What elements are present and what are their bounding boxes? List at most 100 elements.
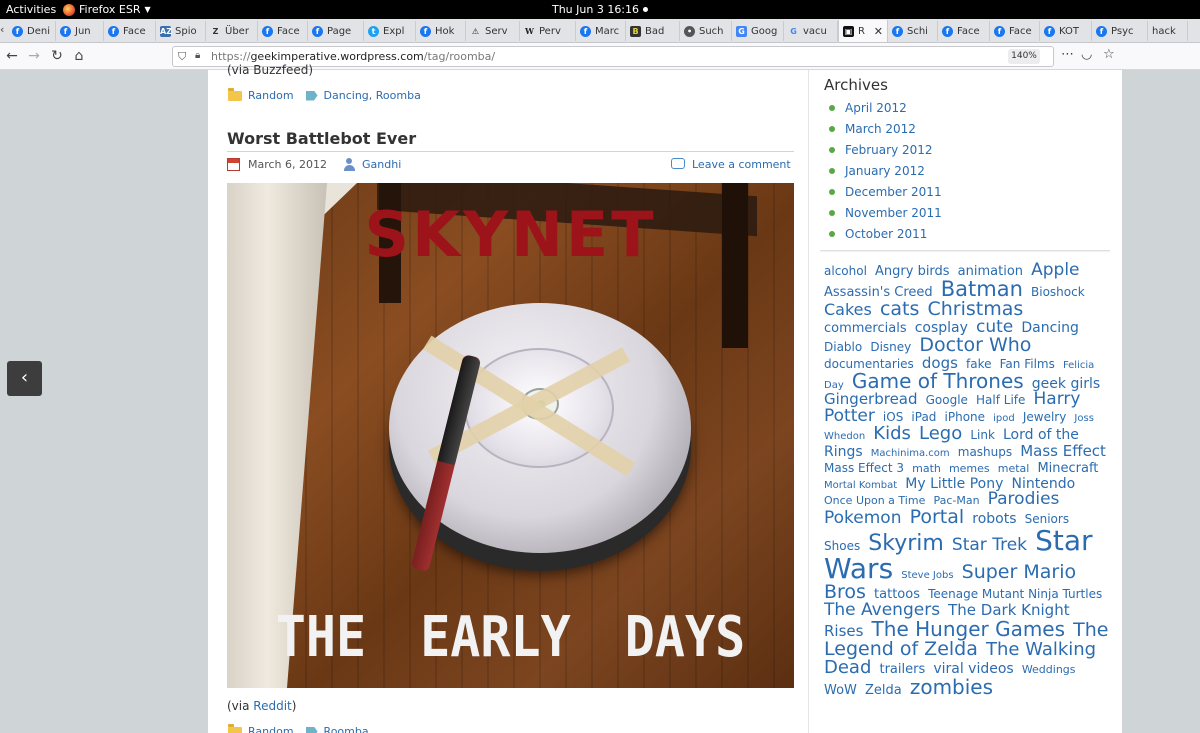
tag-cloud-link[interactable]: Disney [870, 340, 911, 354]
tag-cloud-link[interactable]: Star Trek [952, 535, 1027, 555]
tag-cloud-link[interactable]: Teenage Mutant Ninja Turtles [928, 587, 1102, 601]
tag-cloud-link[interactable]: Angry birds [875, 264, 950, 279]
tab[interactable]: AZ Spio [156, 21, 206, 41]
category-link-random[interactable]: Random [248, 89, 294, 102]
tag-cloud-link[interactable]: zombies [910, 675, 993, 699]
tab[interactable]: • Such [680, 21, 732, 41]
tag-cloud-link[interactable]: Lego [919, 423, 962, 444]
url-text[interactable]: https://geekimperative.wordpress.com/tag… [211, 50, 495, 63]
tag-links[interactable]: Dancing, Roomba [324, 89, 421, 102]
tag-cloud-link[interactable]: Weddings [1022, 663, 1076, 676]
tag-cloud-link[interactable]: memes [949, 462, 990, 475]
tab[interactable]: f Page [308, 21, 364, 41]
page-actions-icon[interactable]: ⋯ [1061, 47, 1074, 62]
tab[interactable]: f KOT [1040, 21, 1092, 41]
tag-cloud-link[interactable]: Parodies [988, 489, 1060, 509]
tab[interactable]: t Expl [364, 21, 416, 41]
tag-cloud-link[interactable]: Cakes [824, 300, 872, 319]
tab[interactable]: hack [1148, 21, 1188, 41]
clock[interactable]: Thu Jun 3 16:16 [552, 3, 649, 16]
tab[interactable]: ⚠ Serv [466, 21, 520, 41]
tag-cloud-link[interactable]: iPad [911, 410, 936, 424]
tag-cloud-link[interactable]: WoW [824, 683, 857, 698]
post-image[interactable]: SKYNET THE EARLY DAYS [227, 183, 794, 688]
tab[interactable]: f Marc [576, 21, 626, 41]
tag-cloud-link[interactable]: commercials [824, 321, 907, 336]
home-button[interactable]: ⌂ [70, 47, 88, 65]
tab[interactable]: ▣ R ✕ [838, 20, 888, 42]
tab[interactable]: f Deni [8, 21, 56, 41]
tag-cloud-link[interactable]: metal [998, 462, 1030, 475]
tag-link-roomba[interactable]: Roomba [324, 725, 369, 733]
tab[interactable]: B Bad [626, 21, 680, 41]
tag-cloud-link[interactable]: Mortal Kombat [824, 480, 897, 491]
archive-link[interactable]: November 2011 [845, 206, 942, 220]
archive-link[interactable]: January 2012 [845, 164, 925, 178]
tag-cloud-link[interactable]: ipod [993, 413, 1015, 424]
zoom-indicator[interactable]: 140% [1008, 49, 1040, 64]
pocket-icon[interactable]: ◡ [1081, 47, 1092, 62]
leave-comment-link[interactable]: Leave a comment [692, 158, 791, 171]
tab[interactable]: f Jun [56, 21, 104, 41]
tag-cloud-link[interactable]: iOS [883, 410, 903, 424]
tab-scroll-left-icon[interactable]: ‹ [0, 23, 4, 36]
close-tab-icon[interactable]: ✕ [874, 25, 883, 38]
tag-cloud-link[interactable]: Doctor Who [919, 334, 1031, 356]
category-link-random[interactable]: Random [248, 725, 294, 733]
tab[interactable]: f Face [258, 21, 308, 41]
tag-cloud-link[interactable]: Steve Jobs [901, 570, 953, 581]
tag-cloud-link[interactable]: Shoes [824, 539, 860, 553]
back-button[interactable]: ← [3, 47, 21, 65]
archive-link[interactable]: April 2012 [845, 101, 907, 115]
tag-cloud-link[interactable]: Zelda [865, 683, 902, 698]
previous-slide-button[interactable]: ‹ [7, 361, 42, 396]
tab-label: Bad [645, 25, 665, 37]
tab[interactable]: f Hok [416, 21, 466, 41]
tab[interactable]: f Psyc [1092, 21, 1148, 41]
tag-cloud-link[interactable]: Google [926, 393, 968, 407]
tag-cloud-link[interactable]: Pokemon [824, 508, 901, 528]
bookmark-star-icon[interactable]: ☆ [1103, 47, 1115, 62]
app-menu[interactable]: Firefox ESR ▼ [63, 3, 151, 16]
tag-cloud-link[interactable]: Machinima.com [871, 448, 950, 459]
tab-label: Jun [75, 25, 91, 37]
tag-cloud-link[interactable]: Mass Effect 3 [824, 461, 904, 475]
archive-link[interactable]: March 2012 [845, 122, 916, 136]
via-reddit-link[interactable]: Reddit [253, 699, 291, 713]
post-title[interactable]: Worst Battlebot Ever [227, 129, 416, 148]
tab[interactable]: f Face [990, 21, 1040, 41]
tab[interactable]: f Face [104, 21, 156, 41]
post-author[interactable]: Gandhi [362, 158, 401, 171]
tag-cloud-link[interactable]: Kids [873, 423, 911, 444]
tag-cloud-link[interactable]: cats [880, 298, 919, 320]
tag-cloud-link[interactable]: iPhone [945, 410, 986, 424]
tag-cloud-link[interactable]: math [912, 462, 941, 475]
archive-link[interactable]: December 2011 [845, 185, 942, 199]
reload-button[interactable]: ↻ [48, 47, 66, 65]
tag-cloud-link[interactable]: Half Life [976, 393, 1025, 407]
tab[interactable]: W Perv [520, 21, 576, 41]
post-date[interactable]: March 6, 2012 [248, 158, 327, 171]
tab[interactable]: Z Über [206, 21, 258, 41]
tab[interactable]: f Schi [888, 21, 938, 41]
tag-cloud-link[interactable]: Link [970, 428, 995, 442]
tracking-shield-icon[interactable]: ⛉ [178, 50, 189, 63]
tab[interactable]: G Goog [732, 21, 784, 41]
archive-link[interactable]: February 2012 [845, 143, 933, 157]
tab[interactable]: f Face [938, 21, 990, 41]
forward-button[interactable]: → [25, 47, 43, 65]
tag-cloud-link[interactable]: alcohol [824, 264, 867, 278]
lock-icon[interactable]: 🔒︎ [195, 50, 200, 61]
tag-cloud-link[interactable]: Mass Effect [1020, 442, 1106, 460]
tag-cloud-link[interactable]: Bioshock [1031, 285, 1085, 299]
tag-cloud-link[interactable]: Portal [910, 506, 965, 528]
tag-cloud-link[interactable]: Diablo [824, 340, 862, 354]
activities-button[interactable]: Activities [6, 3, 56, 16]
tag-cloud-link[interactable]: robots [972, 511, 1016, 527]
archive-link[interactable]: October 2011 [845, 227, 927, 241]
tag-cloud-link[interactable]: mashups [958, 445, 1012, 459]
tag-cloud-link[interactable]: Jewelry [1023, 410, 1067, 424]
tag-cloud-link[interactable]: Minecraft [1037, 461, 1098, 476]
tag-cloud-link[interactable]: Apple [1031, 260, 1079, 280]
tab[interactable]: Gvacu [784, 21, 838, 41]
